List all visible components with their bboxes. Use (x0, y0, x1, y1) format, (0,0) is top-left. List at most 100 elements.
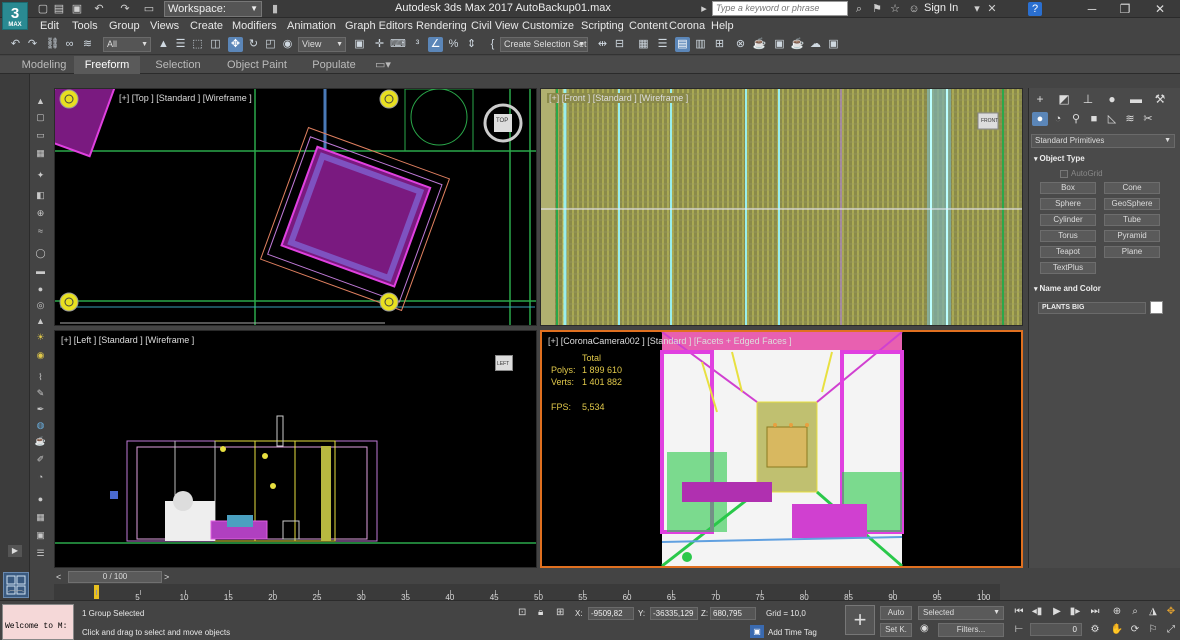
box-button[interactable]: Box (1040, 182, 1096, 194)
torus-tool-icon[interactable]: ◎ (34, 300, 47, 311)
primitive-type-dropdown[interactable]: Standard Primitives ▼ (1031, 134, 1175, 148)
select-object-icon[interactable]: ▲ (156, 37, 171, 52)
cylinder-tool-icon[interactable]: ▬ (34, 266, 47, 277)
add-time-tag-button[interactable]: Add Time Tag (768, 628, 817, 637)
object-type-rollout-header[interactable]: ▾ Object Type (1034, 154, 1085, 163)
walkthrough-icon[interactable]: ⚐ (1146, 623, 1160, 637)
torus-button[interactable]: Torus (1040, 230, 1096, 242)
render-shortcuts-icon[interactable]: ▣ (826, 37, 841, 52)
toolbar-redo-icon[interactable]: ↷ (25, 37, 40, 52)
maximize-button[interactable]: ❐ (1108, 0, 1142, 18)
cameras-category-icon[interactable]: ■ (1086, 112, 1102, 126)
light-tool-icon[interactable]: ✦ (34, 170, 47, 181)
cylinder-button[interactable]: Cylinder (1040, 214, 1096, 226)
plane-tool-icon[interactable]: ▭ (34, 130, 47, 141)
paint-tool-icon[interactable]: ✐ (34, 454, 47, 465)
object-name-field[interactable]: PLANTS BIG (1038, 302, 1146, 314)
grid-view-icon[interactable]: ▦ (34, 512, 47, 523)
named-selection-set-dropdown[interactable]: Create Selection Set ▼ (500, 37, 588, 52)
time-tag-icon[interactable]: ▣ (750, 625, 764, 638)
viewport-camera-label[interactable]: [+] [CoronaCamera002 ] [Standard ] [Face… (548, 336, 792, 346)
isolate-selection-icon[interactable]: ⊡ (518, 607, 526, 618)
save-file-icon[interactable]: ▣ (70, 2, 84, 16)
menu-group[interactable]: Group (109, 20, 140, 32)
curve-editor-icon[interactable]: ▥ (693, 37, 708, 52)
sphere-select-icon[interactable]: ● (34, 494, 47, 505)
menu-help[interactable]: Help (711, 20, 734, 32)
teapot-button[interactable]: Teapot (1040, 246, 1096, 258)
viewcube-top[interactable]: TOP (496, 118, 508, 124)
cone-button[interactable]: Cone (1104, 182, 1160, 194)
reference-coordinate-dropdown[interactable]: View ▼ (298, 37, 346, 52)
new-file-icon[interactable]: ▢ (36, 2, 50, 16)
manipulate-icon[interactable]: ✛ (372, 37, 387, 52)
plane-button[interactable]: Plane (1104, 246, 1160, 258)
menu-corona[interactable]: Corona (669, 20, 705, 32)
box-tool-icon[interactable]: ▢ (34, 112, 47, 123)
time-slider[interactable]: 0 / 100 (68, 571, 162, 583)
sun-tool-icon[interactable]: ☀ (34, 332, 47, 343)
viewport-camera[interactable]: [+] [CoronaCamera002 ] [Standard ] [Face… (540, 330, 1023, 568)
time-prev-icon[interactable]: < (56, 572, 61, 582)
create-panel-icon[interactable]: + (1032, 92, 1048, 106)
y-coord-field[interactable]: -36335,129 (650, 607, 698, 620)
workspace-dropdown[interactable]: Workspace: Default▼ (164, 1, 262, 29)
undo-icon[interactable]: ↶ (92, 2, 106, 16)
go-to-end-icon[interactable]: ⏭ (1088, 605, 1102, 619)
viewport-left-label[interactable]: [+] [Left ] [Standard ] [Wireframe ] (61, 335, 194, 345)
app-logo-button[interactable]: 3 MAX (2, 2, 28, 30)
render-view-icon[interactable]: ▣ (34, 530, 47, 541)
viewport-top-label[interactable]: [+] [Top ] [Standard ] [Wireframe ] (119, 93, 252, 103)
select-and-scale-icon[interactable]: ◰ (263, 37, 278, 52)
viewcube-left[interactable]: LEFT (497, 361, 509, 367)
motion-panel-icon[interactable]: ● (1104, 92, 1120, 106)
select-tool-icon[interactable]: ▲ (34, 96, 47, 107)
menu-customize[interactable]: Customize (522, 20, 574, 32)
spacewarp-tool-icon[interactable]: ≈ (34, 226, 47, 237)
close-window-button[interactable]: ✕ (1143, 0, 1177, 18)
track-bar[interactable] (54, 584, 1000, 600)
tab-freeform[interactable]: Freeform (74, 56, 140, 74)
menu-graph-editors[interactable]: Graph Editors (345, 20, 413, 32)
autogrid-checkbox[interactable] (1060, 170, 1068, 178)
object-color-swatch[interactable] (1150, 301, 1163, 314)
schematic-view-icon[interactable]: ⊞ (712, 37, 727, 52)
teapot-tool-icon[interactable]: ☕ (34, 436, 47, 447)
shape-tool-icon[interactable]: ◯ (34, 248, 47, 259)
toolbar-undo-icon[interactable]: ↶ (8, 37, 23, 52)
select-and-move-icon[interactable]: ✥ (228, 37, 243, 52)
cone-tool-icon[interactable]: ▲ (34, 316, 47, 327)
key-mode-icon[interactable]: ◉ (920, 623, 934, 637)
select-by-name-icon[interactable]: ☰ (173, 37, 188, 52)
ribbon-options-icon[interactable]: ▭▾ (372, 56, 394, 74)
omni-light-icon[interactable]: ◉ (34, 350, 47, 361)
percent-snap-icon[interactable]: % (446, 37, 461, 52)
name-color-rollout-header[interactable]: ▾ Name and Color (1034, 284, 1101, 293)
menu-scripting[interactable]: Scripting (581, 20, 624, 32)
edit-named-selection-icon[interactable]: { (485, 37, 500, 52)
subscription-icon[interactable]: ⚑ (870, 2, 884, 16)
auto-key-button[interactable]: Auto (880, 606, 912, 620)
time-next-icon[interactable]: > (164, 572, 169, 582)
scene-explorer-icon[interactable]: ☰ (655, 37, 670, 52)
pivot-center-icon[interactable]: ▣ (352, 37, 367, 52)
lights-category-icon[interactable]: ⚲ (1068, 112, 1084, 126)
tab-modeling[interactable]: Modeling (18, 56, 70, 74)
menu-tools[interactable]: Tools (72, 20, 98, 32)
spinner-snap-icon[interactable]: ⇕ (464, 37, 479, 52)
tab-object-paint[interactable]: Object Paint (222, 56, 292, 74)
selection-filter-dropdown[interactable]: All ▼ (103, 37, 151, 52)
mini-curve-icon[interactable]: ⌒⌒ (8, 589, 44, 599)
set-key-big-icon[interactable]: + (845, 605, 875, 635)
tube-button[interactable]: Tube (1104, 214, 1160, 226)
mirror-icon[interactable]: ⇹ (595, 37, 610, 52)
layer-explorer-icon[interactable]: ▦ (636, 37, 651, 52)
list-view-icon[interactable]: ☰ (34, 548, 47, 559)
textplus-button[interactable]: TextPlus (1040, 262, 1096, 274)
help-icon[interactable]: ? (1028, 2, 1042, 16)
search-input[interactable]: Type a keyword or phrase (712, 1, 848, 16)
search-icon[interactable]: ⌕ (852, 2, 866, 16)
rendered-frame-window-icon[interactable]: ▣ (772, 37, 787, 52)
shapes-category-icon[interactable]: ◔ (1050, 112, 1066, 126)
field-of-view-icon[interactable]: ◮ (1146, 605, 1160, 619)
